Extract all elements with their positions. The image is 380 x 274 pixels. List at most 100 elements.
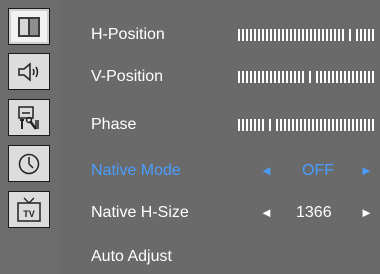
gauge-tick: [326, 29, 328, 41]
gauge-tick: [316, 71, 318, 83]
menu-item-label: Auto Adjust: [91, 248, 172, 265]
gauge-tick: [262, 29, 264, 41]
native-h-size-value: 1366: [296, 204, 332, 221]
tab-tv[interactable]: TV: [8, 191, 50, 228]
gauge-tick: [344, 119, 346, 131]
gauge-tick: [258, 29, 260, 41]
gauge-tick: [290, 71, 292, 83]
gauge-tick: [324, 119, 326, 131]
right-arrow-icon[interactable]: ►: [360, 148, 373, 194]
setup-tools-icon: [16, 105, 42, 131]
svg-text:TV: TV: [23, 209, 35, 219]
gauge-tick: [276, 119, 278, 131]
v-position-gauge[interactable]: [238, 71, 376, 83]
gauge-tick: [372, 119, 374, 131]
native-mode-value: OFF: [302, 162, 334, 179]
gauge-tick: [238, 71, 240, 83]
gauge-tick: [360, 119, 362, 131]
gauge-tick: [262, 71, 264, 83]
gauge-tick: [334, 29, 336, 41]
gauge-tick: [280, 119, 282, 131]
gauge-tick: [314, 29, 316, 41]
gauge-tick: [294, 29, 296, 41]
gauge-tick: [246, 29, 248, 41]
phase-gauge[interactable]: [238, 119, 376, 131]
gauge-tick: [368, 71, 370, 83]
gauge-tick: [320, 71, 322, 83]
gauge-tick: [332, 119, 334, 131]
gauge-tick: [250, 119, 252, 131]
gauge-tick: [304, 119, 306, 131]
gauge-tick: [318, 29, 320, 41]
gauge-tick: [352, 119, 354, 131]
right-arrow-icon[interactable]: ►: [360, 190, 373, 236]
tab-sound[interactable]: [8, 53, 50, 90]
gauge-tick: [278, 71, 280, 83]
gauge-tick: [364, 71, 366, 83]
tab-timer[interactable]: [8, 145, 50, 182]
gauge-tick: [356, 71, 358, 83]
gauge-tick: [360, 29, 362, 41]
tab-setup[interactable]: [8, 99, 50, 136]
menu-item-auto-adjust[interactable]: Auto Adjust: [62, 234, 380, 274]
menu-item-label: H-Position: [91, 26, 165, 43]
gauge-tick: [342, 29, 344, 41]
gauge-tick: [246, 119, 248, 131]
tv-icon: TV: [16, 196, 42, 224]
gauge-tick: [292, 119, 294, 131]
gauge-tick: [372, 71, 374, 83]
h-position-gauge[interactable]: [238, 29, 376, 41]
gauge-tick: [290, 29, 292, 41]
gauge-tick: [330, 29, 332, 41]
gauge-tick: [348, 119, 350, 131]
gauge-tick: [316, 119, 318, 131]
clock-icon: [17, 152, 41, 176]
osd-menu: TV H-Position V-Position Phase Native Mo…: [0, 0, 380, 274]
gauge-tick: [242, 71, 244, 83]
gauge-tick: [238, 119, 240, 131]
gauge-tick: [300, 119, 302, 131]
gauge-tick: [368, 119, 370, 131]
gauge-tick: [336, 71, 338, 83]
menu-item-v-position[interactable]: V-Position: [62, 54, 380, 100]
gauge-tick: [282, 71, 284, 83]
gauge-tick: [266, 71, 268, 83]
gauge-tick: [288, 119, 290, 131]
gauge-tick: [284, 119, 286, 131]
gauge-marker[interactable]: [269, 119, 271, 131]
gauge-tick: [302, 71, 304, 83]
gauge-tick: [246, 71, 248, 83]
menu-item-h-position[interactable]: H-Position: [62, 12, 380, 58]
gauge-tick: [298, 29, 300, 41]
gauge-tick: [324, 71, 326, 83]
gauge-tick: [254, 29, 256, 41]
gauge-tick: [360, 71, 362, 83]
gauge-tick: [372, 29, 374, 41]
gauge-tick: [338, 29, 340, 41]
speaker-icon: [16, 61, 42, 83]
menu-item-native-h-size[interactable]: Native H-Size ◄ 1366 ►: [62, 190, 380, 236]
gauge-tick: [270, 71, 272, 83]
left-arrow-icon[interactable]: ◄: [260, 190, 273, 236]
gauge-tick: [352, 71, 354, 83]
tab-picture[interactable]: [8, 8, 50, 45]
gauge-tick: [254, 71, 256, 83]
gauge-marker[interactable]: [309, 71, 311, 83]
gauge-tick: [278, 29, 280, 41]
gauge-tick: [298, 71, 300, 83]
menu-item-native-mode[interactable]: Native Mode ◄ OFF ►: [62, 148, 380, 194]
gauge-tick: [340, 119, 342, 131]
gauge-tick: [322, 29, 324, 41]
menu-content: H-Position V-Position Phase Native Mode …: [62, 0, 380, 274]
gauge-tick: [286, 29, 288, 41]
gauge-tick: [270, 29, 272, 41]
gauge-tick: [310, 29, 312, 41]
gauge-tick: [308, 119, 310, 131]
gauge-tick: [282, 29, 284, 41]
left-arrow-icon[interactable]: ◄: [260, 148, 273, 194]
gauge-tick: [348, 71, 350, 83]
gauge-tick: [274, 71, 276, 83]
gauge-marker[interactable]: [349, 29, 351, 41]
gauge-tick: [266, 29, 268, 41]
menu-item-phase[interactable]: Phase: [62, 102, 380, 148]
